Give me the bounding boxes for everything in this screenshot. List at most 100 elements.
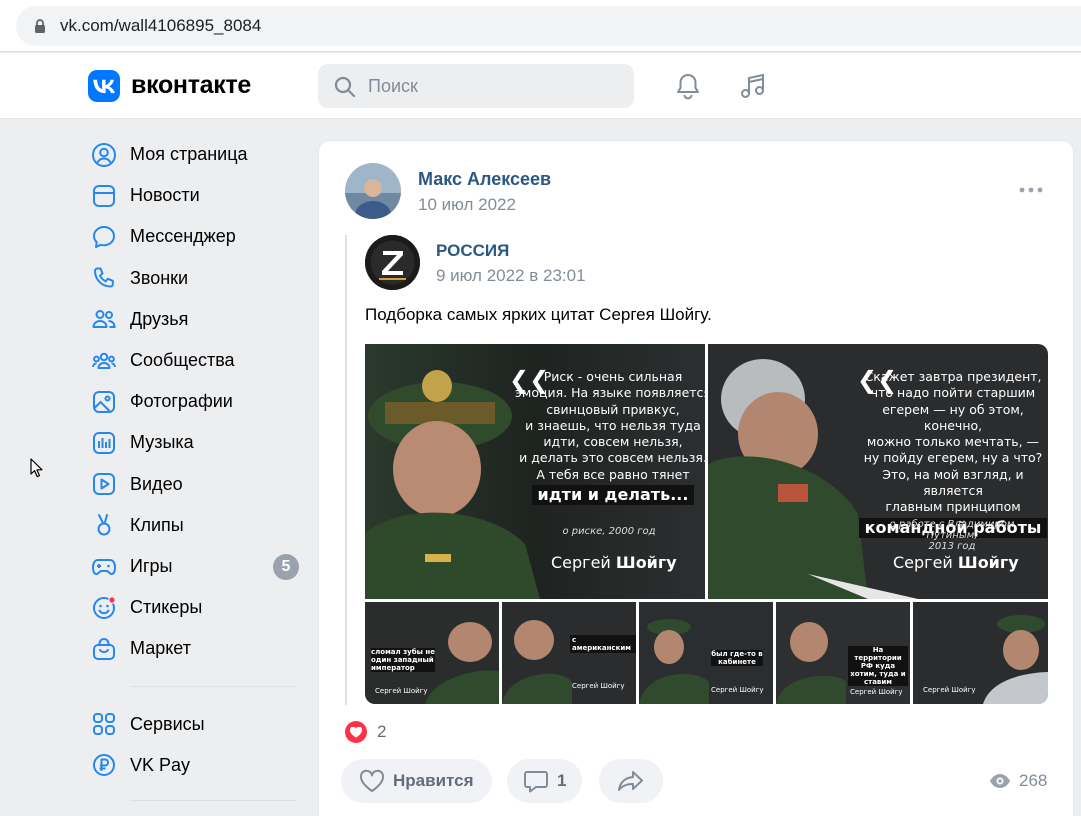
nav-item-photos[interactable]: Фотографии [88,381,303,422]
post-photo-thumb-2[interactable]: с американским Сергей Шойгу [502,602,636,704]
nav-item-messenger[interactable]: Мессенджер [88,216,303,257]
vkpay-icon [90,751,118,779]
lock-icon [35,19,45,33]
url-field[interactable]: vk.com/wall4106895_8084 [16,6,1081,46]
thumb-quote: сломал зубы не один западный император [371,648,435,672]
group-avatar[interactable] [365,235,420,290]
quote-line: ну пойду егерем, ну а что? [863,450,1043,466]
author-avatar[interactable] [345,163,401,219]
search-input[interactable] [368,64,618,108]
nav-item-news[interactable]: Новости [88,175,303,216]
thumb-signature: Сергей Шойгу [375,687,428,695]
quote-line: Риск - очень сильная [543,369,683,384]
nav-item-calls[interactable]: Звонки [88,258,303,299]
post-photo-thumb-4[interactable]: На территории РФ куда хотим, туда и став… [776,602,910,704]
quote-source-line: о работе с Владимиром Путиным, [889,519,1015,541]
nav-item-market[interactable]: Маркет [88,628,303,669]
like-label: Нравится [393,771,474,790]
communities-icon [90,347,118,375]
post-photo-thumb-1[interactable]: сломал зубы не один западный император С… [365,602,499,704]
quote-signature: Сергей Шойгу [893,553,1019,572]
news-icon [90,182,118,210]
video-icon [90,470,118,498]
views-count: 268 [1019,771,1048,790]
nav-item-video[interactable]: Видео [88,464,303,505]
heart-outline-icon [359,769,385,792]
nav-item-my-page[interactable]: Моя страница [88,134,303,175]
comments-count: 1 [557,771,567,790]
thumb-signature: Сергей Шойгу [923,686,976,694]
post-date[interactable]: 10 июл 2022 [418,195,516,215]
nav-divider [130,686,297,688]
nav-label: Сервисы [130,713,205,734]
nav-item-clips[interactable]: Клипы [88,505,303,546]
signature-last: Шойгу [957,553,1019,572]
post-photo-thumb-3[interactable]: был где-то в кабинете Сергей Шойгу [639,602,773,704]
quote-emphasis: идти и делать... [531,485,695,506]
quote-line: егерем — ну об этом, конечно, [882,401,1024,433]
games-icon [90,552,118,580]
comment-icon [524,771,548,793]
nav-item-music[interactable]: Музыка [88,422,303,463]
vk-logo-icon[interactable] [88,70,120,102]
nav-item-games[interactable]: Игры 5 [88,546,303,587]
music-icon [90,429,118,457]
nav-label: Друзья [130,308,189,329]
post-photo-thumb-5[interactable]: Сергей Шойгу [913,602,1048,704]
quote-signature: Сергей Шойгу [551,553,677,572]
thumb-quote: был где-то в кабинете [711,650,763,666]
eye-icon [990,774,1010,788]
signature-first: Сергей [893,553,953,572]
quote-line: А тебя все равно тянет [536,466,690,482]
more-options-icon[interactable] [1019,187,1043,193]
stickers-icon [90,594,118,622]
nav-item-communities[interactable]: Сообщества [88,340,303,381]
post-text: Подборка самых ярких цитат Сергея Шойгу. [365,305,712,324]
nav-label: Звонки [130,267,189,288]
left-nav: Моя страница Новости Мессенджер Звонки Д… [88,134,303,816]
repost-indicator-line [345,235,347,705]
post-card: Макс Алексеев 10 июл 2022 РОССИЯ 9 июл 2… [318,140,1074,816]
nav-item-vkpay[interactable]: VK Pay [88,745,303,786]
reactions-summary[interactable]: 2 [345,721,386,743]
search-box[interactable] [318,64,634,108]
nav-label: Фотографии [130,391,233,412]
message-icon [90,223,118,251]
share-button[interactable] [599,759,663,803]
url-text: vk.com/wall4106895_8084 [60,16,262,35]
quote-line: Скажет завтра президент, [864,369,1042,384]
quote-line: что надо пойти старшим [870,385,1036,401]
thumb-quote: с американским [570,635,636,653]
views-counter: 268 [989,771,1047,791]
heart-icon [345,721,367,743]
quote-line: идти, совсем нельзя, [543,434,683,450]
repost-date[interactable]: 9 июл 2022 в 23:01 [436,266,586,286]
nav-label: VK Pay [130,754,191,775]
comment-button[interactable]: 1 [507,759,583,803]
services-icon [90,710,118,738]
music-note-icon[interactable] [738,71,768,101]
quote-line: свинцовый привкус, [546,401,680,417]
thumb-signature: Сергей Шойгу [850,688,903,696]
nav-item-services[interactable]: Сервисы [88,703,303,744]
nav-divider [130,799,297,801]
nav-item-friends[interactable]: Друзья [88,299,303,340]
like-button[interactable]: Нравится [341,759,492,803]
nav-label: Сообщества [130,350,235,371]
quote-line: и знаешь, что нельзя туда [525,417,701,433]
nav-label: Моя страница [130,144,248,165]
thumb-signature: Сергей Шойгу [572,682,625,690]
search-icon [334,76,356,98]
nav-item-stickers[interactable]: Стикеры [88,587,303,628]
group-name[interactable]: РОССИЯ [436,241,509,261]
vk-logo-text[interactable]: вконтакте [131,71,251,100]
bell-icon[interactable] [673,71,703,101]
site-header: вконтакте [0,53,1081,119]
quote-line: эмоция. На языке появляется [515,385,711,401]
phone-icon [90,264,118,292]
quote-source: о риске, 2000 год [562,526,656,537]
author-name[interactable]: Макс Алексеев [418,169,551,190]
signature-first: Сергей [551,553,611,572]
nav-label: Клипы [130,514,184,535]
likes-count: 2 [377,722,387,741]
